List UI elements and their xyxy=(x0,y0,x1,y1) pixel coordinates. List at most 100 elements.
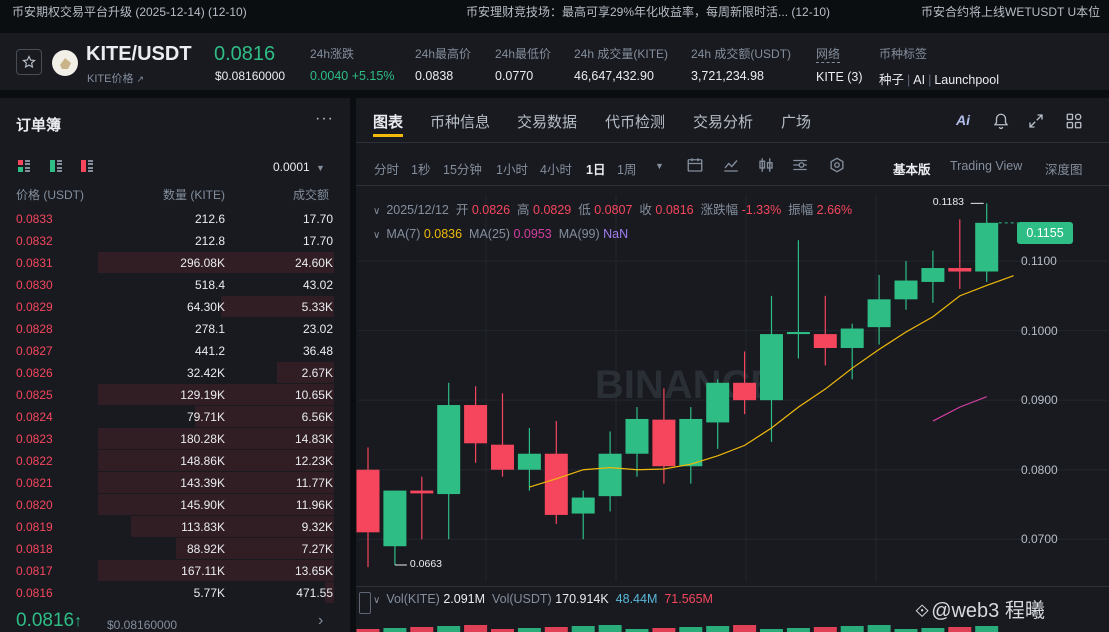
favorite-button[interactable] xyxy=(16,49,42,75)
order-book-last-price[interactable]: 0.0816↑ xyxy=(16,610,82,632)
ask-quantity: 88.92K xyxy=(186,542,225,556)
ask-row[interactable]: 0.0824 79.71K 6.56K xyxy=(0,406,350,428)
both-sides-view-icon[interactable] xyxy=(18,160,30,172)
candle-body xyxy=(760,334,783,401)
ask-row[interactable]: 0.0820 145.90K 11.96K xyxy=(0,494,350,516)
candle-body xyxy=(437,405,461,495)
ask-row[interactable]: 0.0822 148.86K 12.23K xyxy=(0,450,350,472)
ask-row[interactable]: 0.0833 212.6 17.70 xyxy=(0,208,350,230)
ask-row[interactable]: 0.0828 278.1 23.02 xyxy=(0,318,350,340)
volume-bar xyxy=(517,628,541,632)
ohlc-label: 低 xyxy=(578,203,591,217)
candle-body xyxy=(921,268,945,282)
ask-price: 0.0833 xyxy=(16,212,53,226)
ohlc-high: 0.0829 xyxy=(533,203,572,217)
ask-price: 0.0832 xyxy=(16,234,53,248)
ask-row[interactable]: 0.0830 518.4 43.02 xyxy=(0,274,350,296)
caret-down-icon: ▼ xyxy=(316,163,325,173)
coin-logo xyxy=(52,50,78,76)
current-price-tag: 0.1155 xyxy=(1017,222,1073,244)
ask-total: 17.70 xyxy=(302,212,333,226)
announcement-item[interactable]: 币安期权交易平台升级 (2025-12-14) (12-10) xyxy=(12,3,247,20)
ask-row[interactable]: 0.0827 441.2 36.48 xyxy=(0,340,350,362)
stat-label: 24h最高价 xyxy=(415,47,472,61)
chevron-down-icon[interactable]: ∨ xyxy=(373,595,380,606)
candle-body xyxy=(625,418,649,454)
divider xyxy=(356,586,1109,587)
ask-row[interactable]: 0.0819 113.83K 9.32K xyxy=(0,516,350,538)
stat-24h-change: 24h涨跌 0.0040 +5.15% xyxy=(310,45,394,83)
ask-row[interactable]: 0.0816 5.77K 471.55 xyxy=(0,582,350,604)
scroll-handle[interactable] xyxy=(359,592,371,614)
ask-quantity: 180.28K xyxy=(180,432,225,446)
volume-bar xyxy=(706,626,730,632)
ask-row[interactable]: 0.0823 180.28K 14.83K xyxy=(0,428,350,450)
ask-total: 36.48 xyxy=(302,344,333,358)
ohlc-close: 0.0816 xyxy=(655,203,694,217)
ask-row[interactable]: 0.0829 64.30K 5.33K xyxy=(0,296,350,318)
stat-network[interactable]: 网络 KITE (3) xyxy=(816,45,863,84)
last-price-value: 0.0816 xyxy=(16,610,75,631)
candle-body xyxy=(706,382,730,423)
announcement-item[interactable]: 币安理财竞技场：最高可享29%年化收益率，每周新限时活... (12-10) xyxy=(466,3,830,20)
ask-row[interactable]: 0.0825 129.19K 10.65K xyxy=(0,384,350,406)
pair-name[interactable]: KITE/USDT xyxy=(86,43,192,66)
stat-value: 3,721,234.98 xyxy=(691,69,764,83)
ohlc-label: 涨跌幅 xyxy=(700,203,739,217)
price-axis-label: 0.1000 xyxy=(1021,323,1058,338)
stat-label: 币种标签 xyxy=(879,47,928,61)
announcement-item[interactable]: 币安合约将上线WETUSDT U本位 xyxy=(921,3,1100,20)
diamond-logo-icon: ⟐ xyxy=(915,601,930,621)
candle-body xyxy=(840,328,864,349)
ask-quantity: 5.77K xyxy=(193,586,225,600)
star-icon xyxy=(22,55,36,69)
more-options-icon[interactable]: ··· xyxy=(315,110,334,128)
chart-panel: 图表 币种信息 交易数据 代币检测 交易分析 广场 Ai 分时 1秒 15分钟 … xyxy=(356,98,1109,632)
candle-body xyxy=(867,299,891,328)
ask-quantity: 212.8 xyxy=(194,234,225,248)
ask-price: 0.0828 xyxy=(16,322,53,336)
volume-bar xyxy=(679,627,703,632)
coin-price-link[interactable]: KITE价格 ↗ xyxy=(87,70,144,86)
price-axis-label: 0.0900 xyxy=(1021,393,1058,408)
ask-price: 0.0821 xyxy=(16,476,53,490)
ask-row[interactable]: 0.0817 167.11K 13.65K xyxy=(0,560,350,582)
ask-row[interactable]: 0.0818 88.92K 7.27K xyxy=(0,538,350,560)
ask-quantity: 441.2 xyxy=(194,344,225,358)
ohlc-amplitude: 2.66% xyxy=(816,203,853,217)
volume-bar xyxy=(948,627,972,632)
volume-ma1: 48.44M xyxy=(615,592,658,606)
stat-label: 24h最低价 xyxy=(495,47,552,61)
asks-only-view-icon[interactable] xyxy=(81,160,93,172)
candle-body xyxy=(356,469,380,533)
chevron-down-icon[interactable]: ∨ xyxy=(373,206,380,217)
volume-ma2: 71.565M xyxy=(664,592,713,606)
ohlc-open: 0.0826 xyxy=(471,203,511,217)
bids-only-view-icon[interactable] xyxy=(50,160,62,172)
candlestick-chart[interactable]: BINANCE xyxy=(356,98,1109,632)
stat-value: 0.0040 +5.15% xyxy=(310,69,395,83)
last-price-usd: $0.08160000 xyxy=(215,69,286,83)
header-quantity: 数量 (KITE) xyxy=(163,188,225,202)
candle-body xyxy=(786,332,810,335)
volume-bar xyxy=(544,627,568,632)
candle-body xyxy=(813,334,837,349)
ask-row[interactable]: 0.0826 32.42K 2.67K xyxy=(0,362,350,384)
candle-body xyxy=(571,497,595,514)
ask-row[interactable]: 0.0832 212.8 17.70 xyxy=(0,230,350,252)
tag-item[interactable]: Launchpool xyxy=(934,73,999,87)
ask-total: 11.96K xyxy=(295,498,333,512)
precision-select[interactable]: 0.0001 ▼ xyxy=(273,160,325,174)
ticker-header: KITE/USDT KITE价格 ↗ 0.0816 $0.08160000 24… xyxy=(0,33,1109,90)
tag-item[interactable]: AI xyxy=(913,73,925,87)
ask-row[interactable]: 0.0821 143.39K 11.77K xyxy=(0,472,350,494)
tag-item[interactable]: 种子 xyxy=(879,73,904,87)
stat-label: 24h涨跌 xyxy=(310,47,355,61)
ma25-value: 0.0953 xyxy=(513,227,552,241)
chevron-down-icon[interactable]: ∨ xyxy=(373,230,380,241)
ask-row[interactable]: 0.0831 296.08K 24.60K xyxy=(0,252,350,274)
ohlc-label: 收 xyxy=(639,203,652,217)
candle-body xyxy=(383,490,407,547)
chevron-right-icon[interactable]: › xyxy=(318,612,323,630)
ma-legend: ∨ MA(7) 0.0836 MA(25) 0.0953 MA(99) NaN xyxy=(373,227,628,241)
